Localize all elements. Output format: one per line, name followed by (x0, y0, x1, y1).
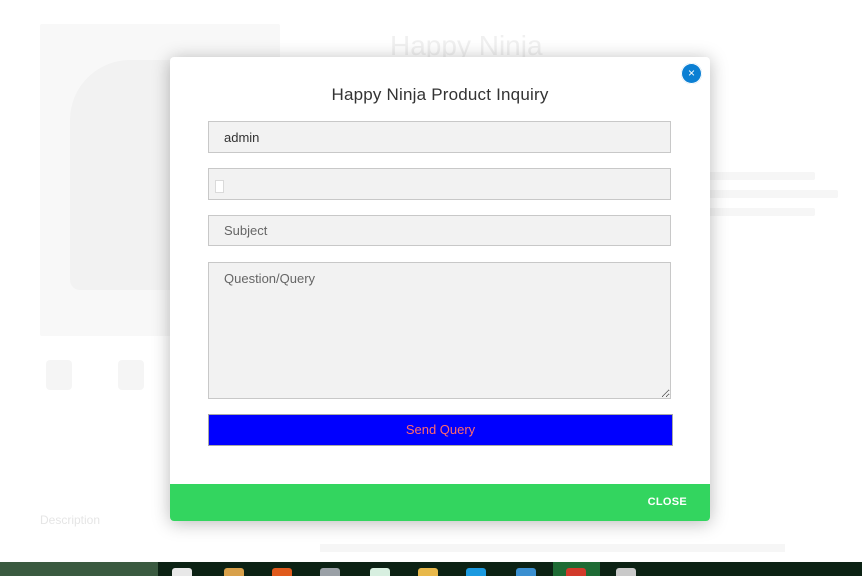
send-query-button[interactable]: Send Query (208, 414, 673, 446)
search-box[interactable] (0, 562, 158, 576)
name-field[interactable] (208, 121, 671, 153)
inquiry-modal: × Happy Ninja Product Inquiry Send Query… (170, 57, 710, 521)
close-button[interactable]: CLOSE (648, 496, 687, 508)
subject-field[interactable] (208, 215, 671, 246)
spreadsheet-icon[interactable] (370, 568, 390, 576)
close-icon[interactable]: × (681, 63, 702, 84)
modal-footer: CLOSE (170, 484, 710, 521)
folder-icon[interactable] (418, 568, 438, 576)
pencil-icon[interactable] (224, 568, 244, 576)
query-textarea[interactable] (208, 262, 671, 399)
browser-icon[interactable] (516, 568, 536, 576)
app-icon[interactable] (272, 568, 292, 576)
media-icon[interactable] (616, 568, 636, 576)
file-explorer-icon[interactable] (172, 568, 192, 576)
taskbar (0, 562, 862, 576)
modal-title: Happy Ninja Product Inquiry (331, 85, 549, 104)
calculator-icon[interactable] (320, 568, 340, 576)
email-field[interactable] (208, 168, 671, 200)
chrome-icon[interactable] (566, 568, 586, 576)
autofill-icon (215, 180, 224, 193)
skype-icon[interactable] (466, 568, 486, 576)
